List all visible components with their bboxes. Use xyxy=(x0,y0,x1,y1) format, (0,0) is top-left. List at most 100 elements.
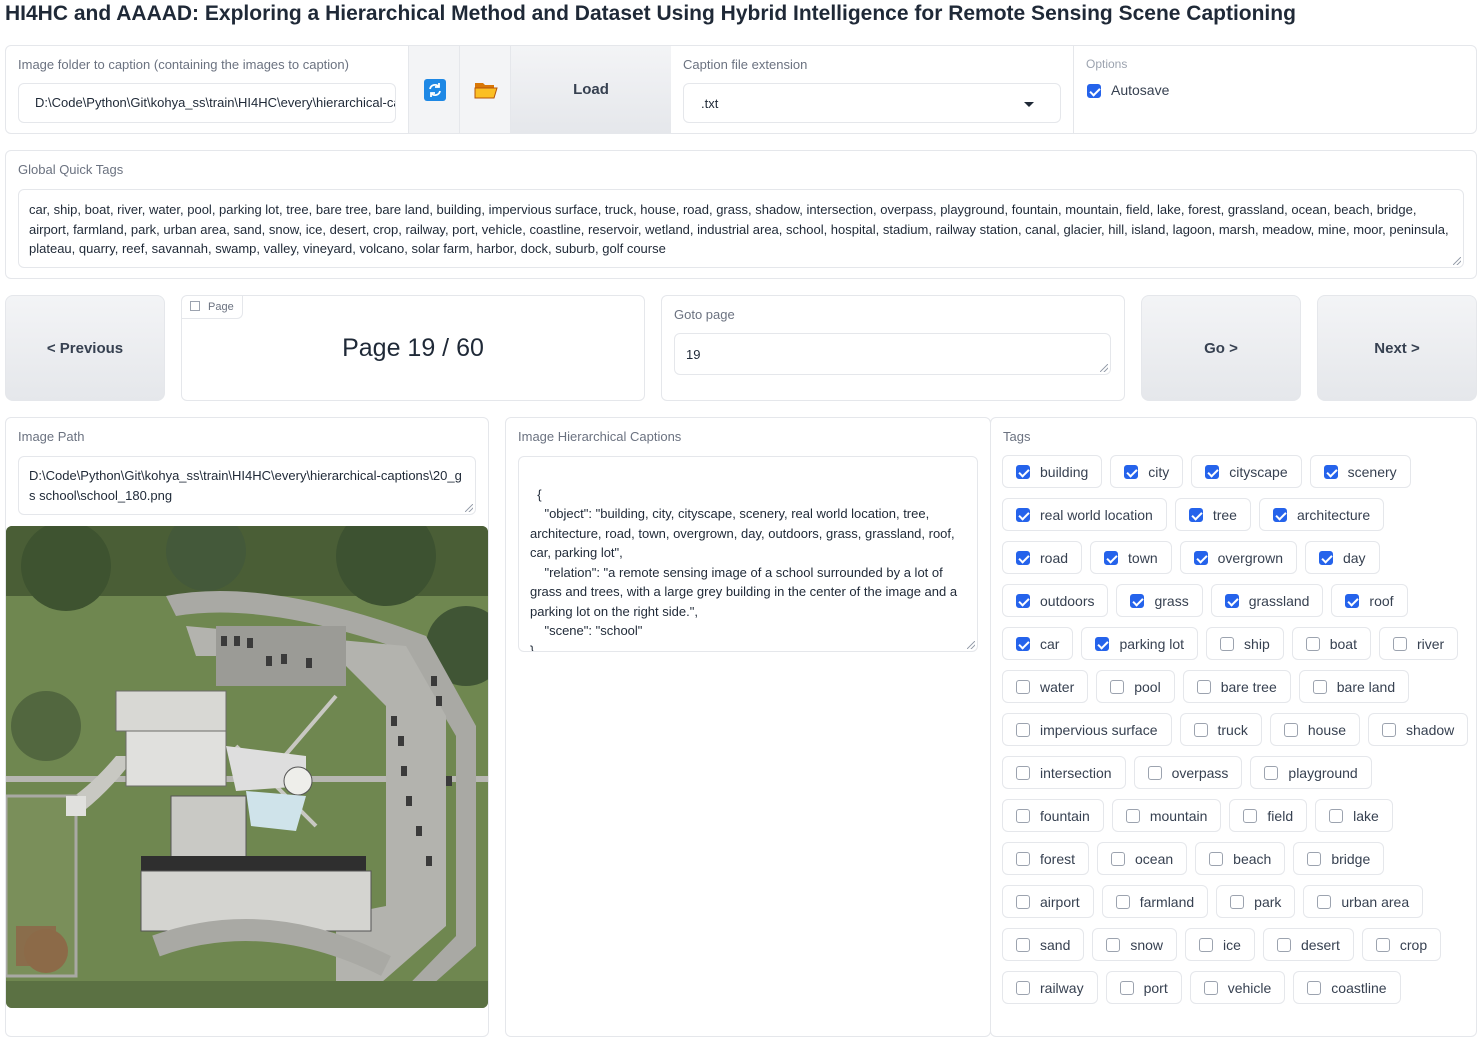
folder-label: Image folder to caption (containing the … xyxy=(18,57,349,72)
tag-checkbox[interactable]: railway xyxy=(1002,971,1098,1004)
extension-dropdown[interactable]: .txt xyxy=(683,83,1061,123)
tag-checkbox[interactable]: real world location xyxy=(1002,498,1167,531)
captions-textarea[interactable]: { "object": "building, city, cityscape, … xyxy=(518,456,978,652)
tag-checkbox[interactable]: farmland xyxy=(1101,885,1209,918)
refresh-button[interactable] xyxy=(408,46,460,133)
tag-checkbox[interactable]: urban area xyxy=(1303,885,1424,918)
unchecked-box-icon xyxy=(1203,980,1218,995)
resize-handle-icon[interactable] xyxy=(967,641,975,649)
page-tag-label: Page xyxy=(208,301,234,313)
tag-checkbox[interactable]: overpass xyxy=(1133,756,1243,789)
tag-checkbox[interactable]: river xyxy=(1378,627,1459,660)
tag-checkbox[interactable]: mountain xyxy=(1111,799,1222,832)
tag-checkbox[interactable]: pool xyxy=(1096,670,1175,703)
tag-checkbox[interactable]: city xyxy=(1110,455,1184,488)
tag-checkbox[interactable]: parking lot xyxy=(1081,627,1199,660)
checked-box-icon xyxy=(1345,593,1360,608)
tag-label: sand xyxy=(1040,936,1071,953)
tag-checkbox[interactable]: port xyxy=(1105,971,1182,1004)
unchecked-box-icon xyxy=(1312,679,1327,694)
tag-checkbox[interactable]: field xyxy=(1229,799,1308,832)
next-button[interactable]: Next > xyxy=(1317,295,1477,401)
tag-checkbox[interactable]: playground xyxy=(1250,756,1372,789)
tag-checkbox[interactable]: boat xyxy=(1291,627,1371,660)
previous-button[interactable]: < Previous xyxy=(5,295,165,401)
unchecked-box-icon xyxy=(1382,722,1396,737)
tag-checkbox[interactable]: fountain xyxy=(1002,799,1104,832)
quick-tags-textarea[interactable]: car, ship, boat, river, water, pool, par… xyxy=(18,189,1464,268)
page-display: Page Page 19 / 60 xyxy=(181,295,645,401)
folder-input-value: D:\Code\Python\Git\kohya_ss\train\HI4HC\… xyxy=(35,95,396,110)
autosave-checkbox[interactable]: Autosave xyxy=(1087,82,1169,99)
unchecked-box-icon xyxy=(1115,894,1130,909)
tag-checkbox[interactable]: outdoors xyxy=(1002,584,1109,617)
tag-label: grassland xyxy=(1248,592,1310,609)
tag-checkbox[interactable]: beach xyxy=(1195,842,1286,875)
tag-checkbox[interactable]: impervious surface xyxy=(1002,713,1172,746)
tag-checkbox[interactable]: day xyxy=(1304,541,1380,574)
goto-input[interactable]: 19 xyxy=(674,333,1111,375)
tag-checkbox[interactable]: bare tree xyxy=(1182,670,1291,703)
previous-label: < Previous xyxy=(46,339,124,357)
tag-checkbox[interactable]: building xyxy=(1002,455,1103,488)
tag-checkbox[interactable]: ice xyxy=(1185,928,1255,961)
tag-checkbox[interactable]: crop xyxy=(1361,928,1442,961)
tag-label: river xyxy=(1416,635,1445,652)
open-folder-button[interactable] xyxy=(459,46,511,133)
tag-checkbox[interactable]: road xyxy=(1002,541,1083,574)
resize-handle-icon[interactable] xyxy=(465,504,473,512)
tag-checkbox[interactable]: airport xyxy=(1002,885,1094,918)
tag-checkbox[interactable]: park xyxy=(1216,885,1296,918)
aerial-image xyxy=(6,526,488,1008)
tag-label: mountain xyxy=(1149,807,1208,824)
tag-checkbox[interactable]: tree xyxy=(1174,498,1251,531)
tag-checkbox[interactable]: bridge xyxy=(1293,842,1385,875)
tag-label: vehicle xyxy=(1227,979,1272,996)
tag-checkbox[interactable]: sand xyxy=(1002,928,1085,961)
tag-checkbox[interactable]: car xyxy=(1002,627,1074,660)
tag-checkbox[interactable]: ocean xyxy=(1097,842,1188,875)
tag-checkbox[interactable]: lake xyxy=(1315,799,1393,832)
tag-checkbox[interactable]: coastline xyxy=(1293,971,1401,1004)
unchecked-box-icon xyxy=(1193,722,1208,737)
autosave-check-icon xyxy=(1087,84,1101,99)
tag-label: crop xyxy=(1399,936,1428,953)
tag-checkbox[interactable]: town xyxy=(1090,541,1172,574)
go-label: Go > xyxy=(1204,339,1238,357)
tag-checkbox[interactable]: grassland xyxy=(1210,584,1324,617)
tag-checkbox[interactable]: water xyxy=(1002,670,1089,703)
image-path-textarea[interactable]: D:\Code\Python\Git\kohya_ss\train\HI4HC\… xyxy=(18,456,476,515)
folder-input[interactable]: D:\Code\Python\Git\kohya_ss\train\HI4HC\… xyxy=(18,83,396,123)
tag-checkbox[interactable]: shadow xyxy=(1368,713,1469,746)
tag-checkbox[interactable]: snow xyxy=(1092,928,1178,961)
resize-handle-icon[interactable] xyxy=(1453,257,1461,265)
tag-label: cityscape xyxy=(1229,463,1288,480)
tag-label: ocean xyxy=(1135,850,1174,867)
tag-checkbox[interactable]: overgrown xyxy=(1179,541,1297,574)
tag-checkbox[interactable]: scenery xyxy=(1309,455,1411,488)
tag-label: town xyxy=(1128,549,1158,566)
tag-checkbox[interactable]: house xyxy=(1269,713,1360,746)
unchecked-box-icon xyxy=(1305,636,1320,651)
go-button[interactable]: Go > xyxy=(1141,295,1301,401)
tag-checkbox[interactable]: truck xyxy=(1179,713,1262,746)
tag-checkbox[interactable]: cityscape xyxy=(1191,455,1302,488)
tag-checkbox[interactable]: desert xyxy=(1262,928,1354,961)
tag-checkbox[interactable]: grass xyxy=(1116,584,1203,617)
unchecked-box-icon xyxy=(1199,937,1214,952)
tag-checkbox[interactable]: architecture xyxy=(1258,498,1385,531)
tag-checkbox[interactable]: forest xyxy=(1002,842,1090,875)
tag-checkbox[interactable]: ship xyxy=(1206,627,1284,660)
resize-handle-icon[interactable] xyxy=(1100,364,1108,372)
load-button[interactable]: Load xyxy=(510,46,671,133)
tag-checkbox[interactable]: bare land xyxy=(1298,670,1410,703)
tag-checkbox[interactable]: vehicle xyxy=(1189,971,1286,1004)
tag-label: port xyxy=(1143,979,1168,996)
tag-label: road xyxy=(1040,549,1069,566)
next-label: Next > xyxy=(1374,339,1420,357)
unchecked-box-icon xyxy=(1016,851,1030,866)
tag-checkbox[interactable]: intersection xyxy=(1002,756,1126,789)
tag-label: beach xyxy=(1233,850,1272,867)
tag-checkbox[interactable]: roof xyxy=(1331,584,1408,617)
tag-label: playground xyxy=(1288,764,1358,781)
